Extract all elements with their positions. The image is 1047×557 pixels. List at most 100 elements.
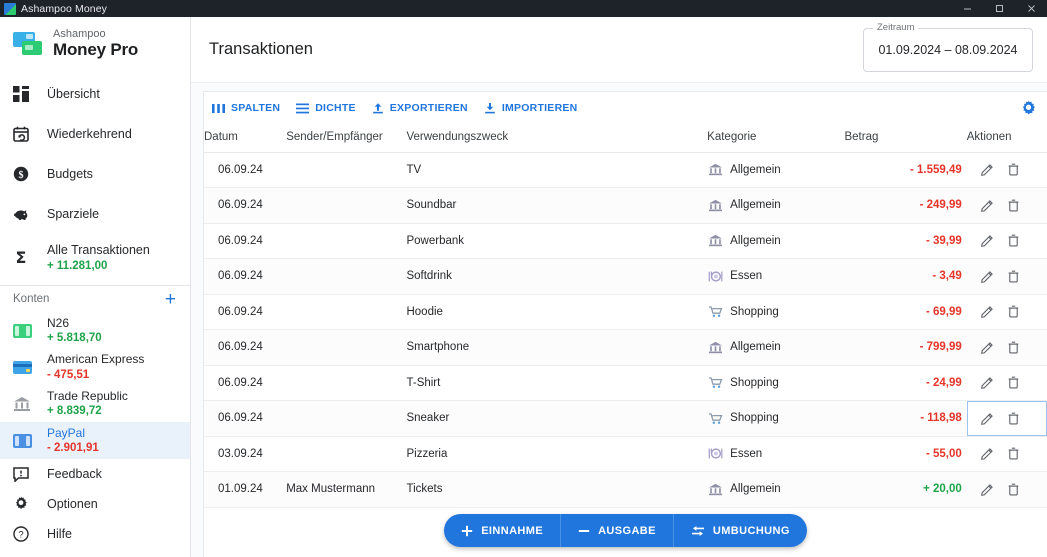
cell-aktionen[interactable] [966, 152, 1047, 188]
maximize-button[interactable] [983, 0, 1015, 17]
edit-row-button[interactable] [980, 305, 994, 319]
table-settings-button[interactable] [1020, 99, 1037, 117]
delete-row-button[interactable] [1007, 163, 1020, 176]
sidebar-item-uebersicht[interactable]: Übersicht [0, 74, 190, 114]
import-button[interactable]: IMPORTIEREN [484, 102, 578, 114]
delete-row-button[interactable] [1007, 270, 1020, 283]
edit-row-button[interactable] [980, 234, 994, 248]
account-balance: - 2.901,91 [47, 442, 99, 455]
edit-row-button[interactable] [980, 163, 994, 177]
add-income-button[interactable]: EINNAHME [444, 514, 560, 547]
account-name: Trade Republic [47, 389, 128, 404]
density-button[interactable]: DICHTE [296, 102, 356, 114]
amount-value: - 249,99 [919, 199, 962, 212]
sidebar-item-sparziele[interactable]: Sparziele [0, 194, 190, 234]
sidebar-total-value: + 11.281,00 [47, 259, 108, 272]
add-expense-button[interactable]: AUSGABE [560, 514, 673, 547]
delete-row-button[interactable] [1007, 376, 1020, 389]
sidebar-account-american-express[interactable]: American Express - 475,51 [0, 349, 190, 386]
column-header-kategorie[interactable]: Kategorie [707, 124, 845, 153]
edit-row-button[interactable] [980, 270, 994, 283]
table-row[interactable]: 06.09.24 Soundbar Allgemein - 249,99 [204, 187, 1047, 224]
table-row[interactable]: 06.09.24 Sneaker Shopping - 118,98 [204, 400, 1047, 437]
account-balance: - 475,51 [47, 368, 90, 381]
column-header-betrag[interactable]: Betrag [844, 124, 967, 153]
delete-row-button[interactable] [1007, 341, 1020, 354]
sidebar-item-feedback[interactable]: Feedback [0, 459, 190, 489]
table-row[interactable]: 06.09.24 Softdrink Essen - 3,49 [204, 258, 1047, 295]
transactions-table: Datum Sender/Empfänger Verwendungszweck … [204, 124, 1047, 508]
table-row[interactable]: 06.09.24 Powerbank Allgemein - 39,99 [204, 223, 1047, 259]
sidebar-item-optionen[interactable]: Optionen [0, 489, 190, 519]
table-row[interactable]: 06.09.24 Smartphone Allgemein - 799,99 [204, 329, 1047, 366]
table-row[interactable]: 06.09.24 TV Allgemein - 1.559,49 [204, 152, 1047, 188]
cell-betrag: + 20,00 [844, 471, 967, 508]
sidebar-item-hilfe[interactable]: ? Hilfe [0, 519, 190, 549]
table-row[interactable]: 06.09.24 T-Shirt Shopping - 24,99 [204, 365, 1047, 401]
minimize-button[interactable] [951, 0, 983, 17]
sidebar-item-budgets[interactable]: $ Budgets [0, 154, 190, 194]
close-icon [1027, 5, 1035, 12]
add-transfer-label: UMBUCHUNG [712, 524, 790, 537]
sidebar-account-paypal[interactable]: PayPal - 2.901,91 [0, 422, 190, 460]
edit-row-button[interactable] [980, 447, 994, 461]
banknote-blue-icon [13, 433, 37, 448]
export-button[interactable]: EXPORTIEREN [372, 102, 468, 114]
columns-button[interactable]: SPALTEN [212, 102, 280, 114]
table-row[interactable]: 06.09.24 Hoodie Shopping - 69,99 [204, 294, 1047, 330]
vertical-scrollbar[interactable] [1041, 92, 1047, 557]
cell-aktionen-focused[interactable] [966, 400, 1047, 437]
cell-aktionen[interactable] [966, 365, 1047, 401]
edit-row-button[interactable] [980, 483, 994, 496]
date-range-field[interactable]: Zeitraum 01.09.2024 – 08.09.2024 [863, 21, 1033, 72]
help-circle-icon: ? [13, 526, 37, 542]
column-header-sender[interactable]: Sender/Empfänger [286, 124, 407, 153]
edit-row-button[interactable] [980, 376, 994, 390]
page-header: Transaktionen Zeitraum 01.09.2024 – 08.0… [191, 17, 1047, 82]
trash-icon [1008, 305, 1019, 318]
delete-row-button[interactable] [1007, 199, 1020, 212]
sidebar-account-trade-republic[interactable]: Trade Republic + 8.839,72 [0, 386, 190, 423]
table-row[interactable]: 03.09.24 Pizzeria Essen - 55,00 [204, 436, 1047, 472]
column-header-zweck[interactable]: Verwendungszweck [406, 124, 708, 153]
delete-row-button[interactable] [1007, 234, 1020, 247]
food-icon [707, 269, 723, 283]
column-header-datum[interactable]: Datum [204, 124, 287, 153]
bank-icon [707, 163, 723, 177]
delete-row-button[interactable] [1007, 412, 1020, 425]
cell-aktionen[interactable] [966, 294, 1047, 330]
cell-aktionen[interactable] [966, 436, 1047, 472]
cell-kategorie: Allgemein [707, 152, 845, 188]
delete-row-button[interactable] [1007, 483, 1020, 496]
bank-icon [707, 198, 723, 212]
sidebar-item-alle-transaktionen[interactable]: Σ Alle Transaktionen + 11.281,00 [0, 234, 190, 281]
cell-kategorie: Allgemein [707, 187, 845, 224]
sidebar-item-label: Hilfe [47, 527, 73, 542]
cell-sender [286, 223, 407, 259]
cell-aktionen[interactable] [966, 223, 1047, 259]
add-account-button[interactable]: + [165, 290, 176, 309]
pencil-icon [980, 270, 993, 283]
cell-datum: 06.09.24 [204, 223, 287, 259]
cell-aktionen[interactable] [966, 329, 1047, 366]
delete-row-button[interactable] [1007, 447, 1020, 460]
gear-icon [13, 496, 37, 512]
table-row[interactable]: 01.09.24 Max Mustermann Tickets Allgemei… [204, 471, 1047, 508]
cell-aktionen[interactable] [966, 471, 1047, 508]
sidebar-account-n26[interactable]: N26 + 5.818,70 [0, 313, 190, 350]
cell-kategorie: Allgemein [707, 329, 845, 366]
cell-aktionen[interactable] [966, 187, 1047, 224]
close-button[interactable] [1015, 0, 1047, 17]
edit-row-button[interactable] [980, 341, 994, 354]
application-window: Ashampoo Money Ashampoo Money Pro Übersi… [0, 0, 1047, 557]
delete-row-button[interactable] [1007, 305, 1020, 318]
cell-aktionen[interactable] [966, 258, 1047, 295]
sidebar-item-wiederkehrend[interactable]: Wiederkehrend [0, 114, 190, 154]
add-transfer-button[interactable]: UMBUCHUNG [672, 514, 807, 547]
svg-text:$: $ [19, 170, 24, 181]
edit-row-button[interactable] [980, 199, 994, 212]
edit-row-button[interactable] [980, 412, 994, 425]
trash-icon [1008, 199, 1019, 212]
cell-kategorie: Shopping [707, 400, 845, 437]
money-cards-icon [13, 31, 43, 57]
